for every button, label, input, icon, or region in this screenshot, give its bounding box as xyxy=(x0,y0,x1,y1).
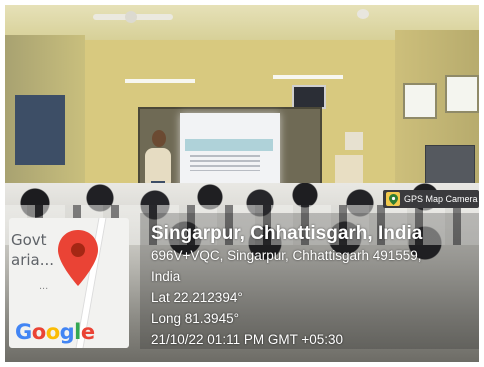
projector-screen xyxy=(180,113,280,193)
location-title: Singarpur, Chhattisgarh, India xyxy=(151,223,423,244)
tube-light xyxy=(125,79,195,83)
slide-title-band xyxy=(185,139,273,151)
gps-map-camera-badge: GPS Map Camera xyxy=(383,190,479,208)
tube-light xyxy=(273,75,343,79)
teacher-body xyxy=(145,148,171,184)
map-pin-icon xyxy=(386,192,400,206)
wall-calendar xyxy=(335,155,363,183)
map-dots: ... xyxy=(39,280,49,292)
address-line-1: 696V+VQC, Singarpur, Chhattisgarh 491559… xyxy=(151,248,422,263)
wall-poster xyxy=(345,132,363,150)
timestamp: 21/10/22 01:11 PM GMT +05:30 xyxy=(151,332,343,347)
ceiling-light xyxy=(357,9,369,19)
google-logo: Google xyxy=(15,320,95,344)
slide-text-lines xyxy=(190,155,260,171)
window xyxy=(445,75,479,113)
teacher-head xyxy=(152,130,166,147)
google-logo-letter: o xyxy=(31,320,46,344)
notice-board xyxy=(15,95,65,165)
google-logo-letter: G xyxy=(15,320,32,344)
google-logo-letter: o xyxy=(45,320,60,344)
address-line-2: India xyxy=(151,269,181,284)
map-thumbnail[interactable]: Govt aria... ... Google xyxy=(9,218,129,348)
google-logo-letter: g xyxy=(59,320,75,344)
ceiling-fan-hub xyxy=(125,11,137,23)
window xyxy=(403,83,437,119)
gps-badge-label: GPS Map Camera xyxy=(404,194,478,204)
map-place-label: Govt aria... xyxy=(11,231,55,269)
wall-picture xyxy=(292,85,326,109)
map-pin-icon xyxy=(58,230,98,286)
latitude: Lat 22.212394° xyxy=(151,290,243,305)
longitude: Long 81.3945° xyxy=(151,311,239,326)
google-logo-letter: l xyxy=(74,320,81,344)
google-logo-letter: e xyxy=(80,320,95,344)
